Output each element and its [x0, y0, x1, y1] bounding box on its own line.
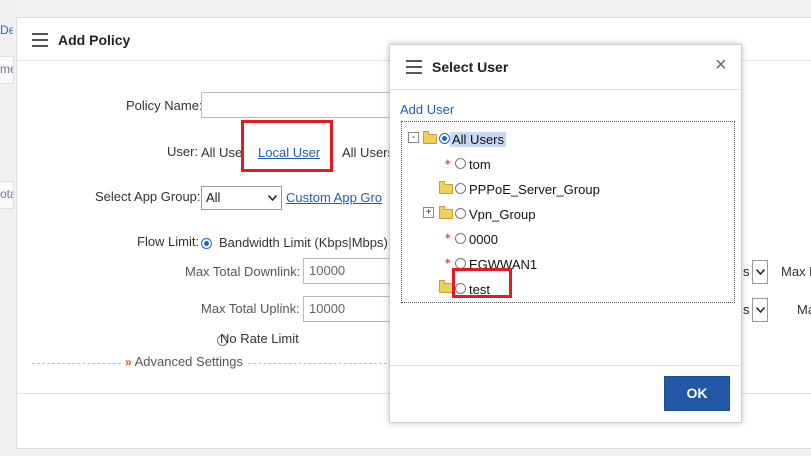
chevron-down-icon: [756, 269, 765, 275]
app-group-select[interactable]: All: [201, 186, 282, 210]
select-user-dialog: Select User × Add User - All Users ∗ tom…: [389, 44, 742, 423]
background-row-text: ota: [0, 187, 13, 201]
app-group-label: Select App Group:: [95, 189, 201, 204]
user-icon: ∗: [444, 256, 452, 266]
expand-icon[interactable]: +: [423, 207, 434, 218]
user-all-users-text-2: All Users: [342, 145, 395, 160]
close-icon[interactable]: ×: [715, 55, 727, 75]
max-total-uplink-input[interactable]: 10000: [303, 296, 393, 322]
folder-icon: [439, 181, 453, 194]
dialog-title: Select User: [432, 59, 509, 75]
tree-node-tom[interactable]: tom: [469, 157, 491, 172]
local-user-link[interactable]: Local User: [258, 145, 320, 160]
downlink-unit-text: s: [743, 264, 750, 279]
advanced-settings-toggle[interactable]: » Advanced Settings: [121, 354, 247, 369]
flow-limit-label: Flow Limit:: [137, 234, 200, 249]
policy-name-input[interactable]: [201, 92, 391, 118]
collapse-icon[interactable]: -: [408, 132, 419, 143]
tree-node-all-users[interactable]: All Users: [450, 132, 507, 147]
tree-radio-pppoe[interactable]: [455, 183, 466, 194]
user-icon: ∗: [444, 157, 452, 167]
panel-title: Add Policy: [58, 32, 131, 48]
app-group-selected-value: All: [206, 190, 221, 205]
no-rate-limit-label: No Rate Limit: [220, 331, 299, 346]
dialog-header: Select User ×: [390, 45, 741, 90]
tree-radio-0000[interactable]: [455, 233, 466, 244]
advanced-settings-label: Advanced Settings: [134, 354, 243, 369]
policy-name-label: Policy Name:: [126, 98, 203, 113]
uplink-unit-text: s: [743, 302, 750, 317]
tree-radio-all-users[interactable]: [439, 133, 450, 144]
bandwidth-limit-label: Bandwidth Limit (Kbps|Mbps): [219, 235, 388, 250]
max-total-downlink-input[interactable]: 10000: [303, 258, 393, 284]
folder-open-icon: [423, 131, 437, 144]
menu-icon: [406, 60, 422, 74]
folder-icon: [439, 280, 453, 293]
ok-button[interactable]: OK: [664, 376, 730, 411]
bandwidth-limit-radio[interactable]: [201, 238, 212, 249]
user-icon: ∗: [444, 231, 452, 241]
dialog-footer-divider: [390, 365, 741, 366]
custom-app-group-link[interactable]: Custom App Gro: [286, 190, 382, 205]
test-node-highlight: [452, 268, 512, 298]
tree-node-0000[interactable]: 0000: [469, 232, 498, 247]
tree-radio-tom[interactable]: [455, 158, 466, 169]
chevron-down-icon: [268, 195, 277, 201]
max-downlink-label: Max D: [781, 264, 811, 279]
user-label: User:: [167, 144, 199, 159]
tree-node-pppoe-server-group[interactable]: PPPoE_Server_Group: [469, 182, 600, 197]
background-column-text: me: [0, 62, 13, 76]
max-total-downlink-label: Max Total Downlink:: [185, 264, 301, 279]
add-user-link[interactable]: Add User: [400, 102, 454, 117]
double-chevron-right-icon: »: [125, 355, 132, 369]
downlink-unit-select[interactable]: s: [743, 260, 768, 284]
folder-icon: [439, 206, 453, 219]
max-uplink-label: Ma: [797, 302, 811, 317]
menu-icon: [32, 33, 48, 47]
tree-radio-vpn-group[interactable]: [455, 208, 466, 219]
max-total-uplink-label: Max Total Uplink:: [201, 301, 300, 316]
uplink-unit-select[interactable]: s: [743, 298, 768, 322]
background-delete-link[interactable]: Del: [0, 23, 13, 37]
chevron-down-icon: [756, 307, 765, 313]
tree-node-vpn-group[interactable]: Vpn_Group: [469, 207, 536, 222]
